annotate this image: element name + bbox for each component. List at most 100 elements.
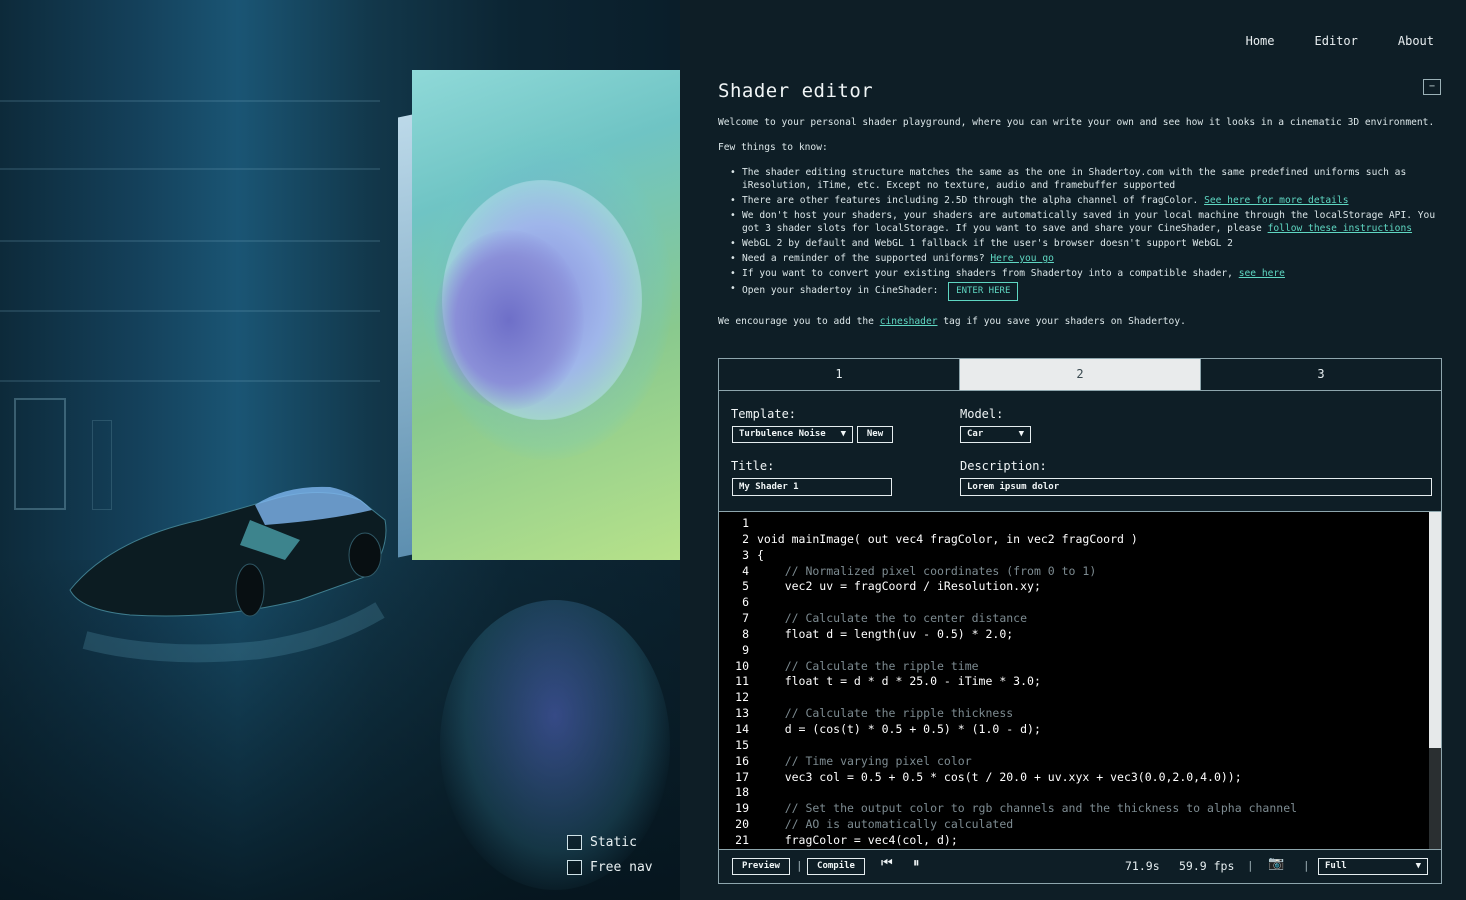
list-item-text: Need a reminder of the supported uniform…: [742, 253, 991, 264]
rewind-icon[interactable]: ⏮: [881, 856, 893, 871]
free-nav-toggle[interactable]: Free nav: [567, 855, 653, 880]
code-line[interactable]: // Set the output color to rgb channels …: [757, 801, 1297, 817]
list-item-text: If you want to convert your existing sha…: [742, 268, 1239, 279]
details-link[interactable]: See here for more details: [1204, 195, 1348, 206]
scene-viewport[interactable]: Static Free nav: [0, 0, 680, 900]
template-select[interactable]: Turbulence Noise ▼: [732, 426, 853, 443]
model-select[interactable]: Car ▼: [960, 426, 1031, 443]
quality-value: Full: [1325, 861, 1347, 871]
code-line[interactable]: [757, 738, 1297, 754]
new-button[interactable]: New: [857, 426, 893, 443]
editor-toolbar: Preview | Compile ⏮ ⏸ 71.9s 59.9 fps | 📷…: [719, 849, 1441, 883]
collapse-icon[interactable]: −: [1423, 79, 1441, 95]
cineshader-tag-link[interactable]: cineshader: [880, 316, 938, 327]
scene-toggles: Static Free nav: [567, 830, 653, 880]
chevron-down-icon: ▼: [1415, 861, 1421, 871]
code-line[interactable]: fragColor = vec4(col, d);: [757, 833, 1297, 849]
enter-here-button[interactable]: ENTER HERE: [948, 282, 1019, 301]
list-item: We don't host your shaders, your shaders…: [730, 209, 1438, 235]
list-item: The shader editing structure matches the…: [730, 166, 1438, 192]
nav-about[interactable]: About: [1398, 34, 1434, 48]
code-line[interactable]: // Calculate the ripple time: [757, 659, 1297, 675]
line-number: 13: [735, 706, 749, 721]
few-things-text: Few things to know:: [718, 142, 828, 153]
code-line[interactable]: {: [757, 548, 1297, 564]
chevron-down-icon: ▼: [840, 429, 846, 439]
line-number: 8: [742, 626, 749, 641]
tab-slot-1[interactable]: 1: [719, 359, 960, 390]
code-line[interactable]: // Time varying pixel color: [757, 754, 1297, 770]
code-line[interactable]: float t = d * d * 25.0 - iTime * 3.0;: [757, 674, 1297, 690]
line-number: 17: [735, 769, 749, 784]
list-item-text: There are other features including 2.5D …: [742, 195, 1205, 206]
list-item: There are other features including 2.5D …: [730, 194, 1438, 207]
line-number: 6: [742, 595, 749, 610]
model-value: Car: [967, 429, 984, 439]
list-item-text: The shader editing structure matches the…: [742, 167, 1407, 191]
encourage-pre: We encourage you to add the: [718, 316, 880, 327]
code-line[interactable]: vec3 col = 0.5 + 0.5 * cos(t / 20.0 + uv…: [757, 770, 1297, 786]
code-line[interactable]: // AO is automatically calculated: [757, 817, 1297, 833]
line-number: 11: [735, 674, 749, 689]
encourage-post: tag if you save your shaders on Shaderto…: [937, 316, 1186, 327]
line-number: 21: [735, 832, 749, 847]
tab-slot-2[interactable]: 2: [960, 359, 1201, 390]
line-number: 19: [735, 801, 749, 816]
camera-icon[interactable]: 📷: [1268, 856, 1284, 871]
line-number-gutter: 1 2 3 4 5 6 7 8 9 10 11 12 13 14 15 16 17 18 19 20 21: [719, 516, 749, 849]
quality-select[interactable]: Full ▼: [1318, 858, 1428, 875]
code-lines[interactable]: void mainImage( out vec4 fragColor, in v…: [757, 516, 1297, 849]
code-line[interactable]: // Calculate the to center distance: [757, 611, 1297, 627]
list-item-text: Open your shadertoy in CineShader:: [742, 285, 945, 296]
code-line[interactable]: void mainImage( out vec4 fragColor, in v…: [757, 532, 1297, 548]
code-line[interactable]: [757, 785, 1297, 801]
checkbox[interactable]: [567, 860, 582, 875]
template-value: Turbulence Noise: [739, 429, 826, 439]
instructions-link[interactable]: follow these instructions: [1268, 223, 1412, 234]
code-line[interactable]: [757, 643, 1297, 659]
welcome-text: Welcome to your personal shader playgrou…: [718, 117, 1435, 128]
template-label: Template:: [731, 407, 797, 421]
code-line[interactable]: // Calculate the ripple thickness: [757, 706, 1297, 722]
title-input[interactable]: My Shader 1: [732, 478, 892, 496]
code-line[interactable]: [757, 690, 1297, 706]
list-item-text: WebGL 2 by default and WebGL 1 fallback …: [742, 238, 1233, 249]
line-number: 14: [735, 721, 749, 736]
divider: |: [1247, 859, 1254, 872]
shader-editor: 1 2 3 Template: Turbulence Noise ▼ New M…: [718, 358, 1442, 884]
line-number: 7: [742, 611, 749, 626]
editor-panel: Home Editor About Shader editor − Welcom…: [680, 0, 1466, 900]
static-toggle[interactable]: Static: [567, 830, 653, 855]
checkbox[interactable]: [567, 835, 582, 850]
code-line[interactable]: // Normalized pixel coordinates (from 0 …: [757, 564, 1297, 580]
code-line[interactable]: [757, 595, 1297, 611]
uniforms-link[interactable]: Here you go: [990, 253, 1054, 264]
list-item: Need a reminder of the supported uniform…: [730, 252, 1438, 265]
time-readout: 71.9s: [1125, 859, 1160, 873]
nav-home[interactable]: Home: [1246, 34, 1275, 48]
notes-list: The shader editing structure matches the…: [730, 166, 1438, 301]
list-item: If you want to convert your existing sha…: [730, 267, 1438, 280]
title-label: Title:: [731, 459, 775, 473]
compile-button[interactable]: Compile: [807, 858, 865, 875]
line-number: 2: [742, 531, 749, 546]
code-line[interactable]: float d = length(uv - 0.5) * 2.0;: [757, 627, 1297, 643]
static-label: Static: [590, 835, 637, 850]
scrollbar-thumb[interactable]: [1429, 512, 1441, 748]
convert-link[interactable]: see here: [1239, 268, 1285, 279]
tab-slot-3[interactable]: 3: [1201, 359, 1441, 390]
line-number: 18: [735, 785, 749, 800]
code-scrollbar[interactable]: [1429, 512, 1441, 849]
pause-icon[interactable]: ⏸: [913, 856, 920, 871]
line-number: 20: [735, 817, 749, 832]
preview-button[interactable]: Preview: [732, 858, 790, 875]
description-input[interactable]: Lorem ipsum dolor: [960, 478, 1432, 496]
code-line[interactable]: [757, 516, 1297, 532]
line-number: 12: [735, 690, 749, 705]
code-line[interactable]: d = (cos(t) * 0.5 + 0.5) * (1.0 - d);: [757, 722, 1297, 738]
nav-editor[interactable]: Editor: [1315, 34, 1358, 48]
line-number: 1: [742, 516, 749, 530]
line-number: 5: [742, 579, 749, 594]
code-editor[interactable]: 1 2 3 4 5 6 7 8 9 10 11 12 13 14 15 16 17 18 19 20 21 void m…: [719, 511, 1441, 849]
code-line[interactable]: vec2 uv = fragCoord / iResolution.xy;: [757, 579, 1297, 595]
